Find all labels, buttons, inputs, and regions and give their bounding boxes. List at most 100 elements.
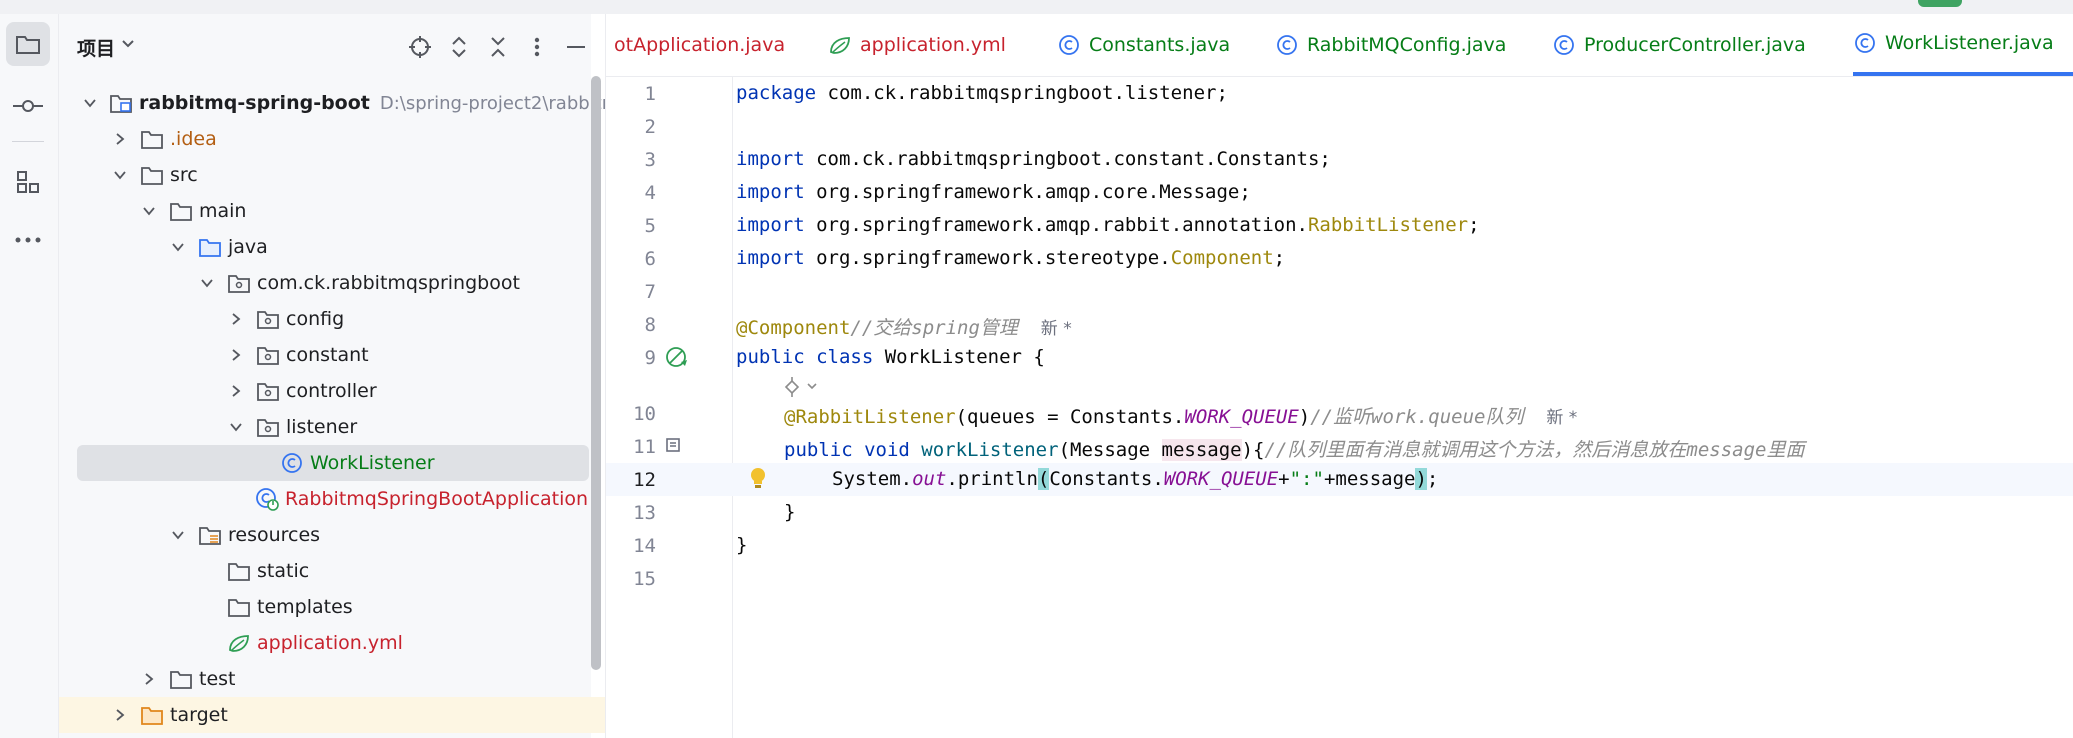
tree-item-label: RabbitmqSpringBootApplication [285,488,589,510]
tree-item-idea[interactable]: .idea [59,121,644,157]
chevron-right-icon[interactable] [228,311,244,327]
code-line[interactable]: 1 package com.ck.rabbitmqspringboot.list… [606,77,2073,110]
chevron-down-icon[interactable] [83,95,97,111]
code-line[interactable]: 9 public class WorkListener { [606,341,2073,374]
chevron-down-icon[interactable] [170,527,186,543]
tree-item-test[interactable]: test [59,661,673,697]
code-line[interactable]: 2 [606,110,2073,143]
chevron-right-icon[interactable] [228,347,244,363]
author-hint: 新 * [1546,408,1578,428]
tab-application-yml[interactable]: application.yml [828,14,1006,76]
tree-item-label: .idea [170,128,217,150]
code-text: import org.springframework.amqp.rabbit.a… [736,214,1480,236]
chevron-right-icon[interactable] [228,383,244,399]
chevron-down-icon[interactable] [121,36,135,50]
commit-tool-button[interactable] [6,84,50,128]
panel-title[interactable]: 项目 [77,34,115,61]
line-number: 13 [633,502,656,524]
code-line[interactable]: 7 [606,275,2073,308]
code-line[interactable]: 3 import com.ck.rabbitmqspringboot.const… [606,143,2073,176]
code-line[interactable]: 15 [606,562,2073,595]
package-icon [256,416,280,438]
more-horizontal-icon [15,237,41,243]
folder-icon [16,36,40,54]
code-line[interactable]: 6 import org.springframework.stereotype.… [606,242,2073,275]
expand-all-icon[interactable] [446,34,472,60]
line-number: 9 [644,347,656,369]
chevron-down-icon[interactable] [141,203,157,219]
code-line[interactable]: 8 @Component//交给spring管理 新 * [606,308,2073,341]
collapse-all-icon[interactable] [485,34,511,60]
tree-item-target[interactable]: target [59,697,644,733]
resources-folder-icon [198,524,222,546]
code-text: public void workListener(Message message… [784,439,1805,461]
line-number: 5 [644,215,656,237]
spring-yml-icon [828,33,852,57]
tree-item-label: WorkListener [310,452,435,474]
tab-label: RabbitMQConfig.java [1307,34,1507,56]
tab-label: ProducerController.java [1584,34,1806,56]
tab-application-main[interactable]: otApplication.java [614,14,785,76]
tree-item-worklistener[interactable]: WorkListener [77,445,589,481]
line-number: 10 [633,403,656,425]
code-text: import com.ck.rabbitmqspringboot.constan… [736,148,1331,170]
chevron-right-icon[interactable] [141,671,157,687]
package-icon [256,308,280,330]
tree-item-label: test [199,668,236,690]
tree-item-src[interactable]: src [59,157,644,193]
code-line[interactable]: 4 import org.springframework.amqp.core.M… [606,176,2073,209]
tree-item-rabbitmq-spring-boot[interactable]: rabbitmq-spring-boot D:\spring-project2\… [59,85,647,121]
tab-producercontroller-java[interactable]: ProducerController.java [1552,14,1806,76]
code-line[interactable]: 5 import org.springframework.amqp.rabbit… [606,209,2073,242]
code-line-current[interactable]: 12 System.out.println(Constants.WORK_QUE… [606,463,2073,496]
run-widget-chip[interactable] [1918,0,1962,7]
chevron-down-icon[interactable] [199,275,215,291]
chevron-down-icon[interactable] [170,239,186,255]
package-icon [256,380,280,402]
code-line[interactable]: 11 public void workListener(Message mess… [606,430,2073,463]
chevron-down-icon[interactable] [228,419,244,435]
line-number: 3 [644,149,656,171]
line-number: 7 [644,281,656,303]
line-number: 12 [633,469,656,491]
excluded-folder-icon [140,704,164,726]
lightbulb-icon[interactable] [749,467,767,491]
tree-item-label: target [170,704,228,726]
spring-bean-gutter-icon[interactable] [664,345,690,369]
chevron-right-icon[interactable] [112,131,128,147]
project-panel: 项目 rabbitmq-spring-boot D:\spring-projec… [59,14,647,738]
tree-item-label: listener [286,416,358,438]
tree-item-label: resources [228,524,321,546]
tab-constants-java[interactable]: Constants.java [1057,14,1230,76]
more-tools-button[interactable] [6,218,50,262]
code-editor[interactable]: 1 package com.ck.rabbitmqspringboot.list… [606,77,2073,738]
options-icon[interactable] [524,34,550,60]
project-tool-button[interactable] [6,22,50,66]
line-number: 4 [644,182,656,204]
tab-worklistener-java[interactable]: WorkListener.java × [1853,14,2073,76]
project-scrollbar[interactable] [591,76,601,670]
tab-rabbitmqconfig-java[interactable]: RabbitMQConfig.java [1275,14,1506,76]
code-line[interactable]: 13 } [606,496,2073,529]
chevron-right-icon[interactable] [112,707,128,723]
listener-gutter-icon[interactable] [664,436,682,454]
structure-tool-button[interactable] [6,160,50,204]
code-text: @RabbitListener(queues = Constants.WORK_… [784,406,1578,428]
folder-icon [169,668,193,690]
minimize-icon[interactable] [563,34,589,60]
source-folder-icon [198,236,222,258]
code-text: } [784,501,796,523]
spring-yml-icon [227,632,251,654]
class-icon [1057,33,1081,57]
tree-item-label: constant [286,344,369,366]
line-number: 15 [633,568,656,590]
tree-item-main[interactable]: main [59,193,673,229]
tree-item-label: config [286,308,345,330]
code-line[interactable]: 14 } [606,529,2073,562]
folder-icon [227,560,251,582]
folder-icon [140,128,164,150]
chevron-down-icon[interactable] [112,167,128,183]
locate-file-icon[interactable] [407,34,433,60]
code-text: @Component//交给spring管理 新 * [736,317,1072,339]
code-line[interactable]: 10 @RabbitListener(queues = Constants.WO… [606,397,2073,430]
